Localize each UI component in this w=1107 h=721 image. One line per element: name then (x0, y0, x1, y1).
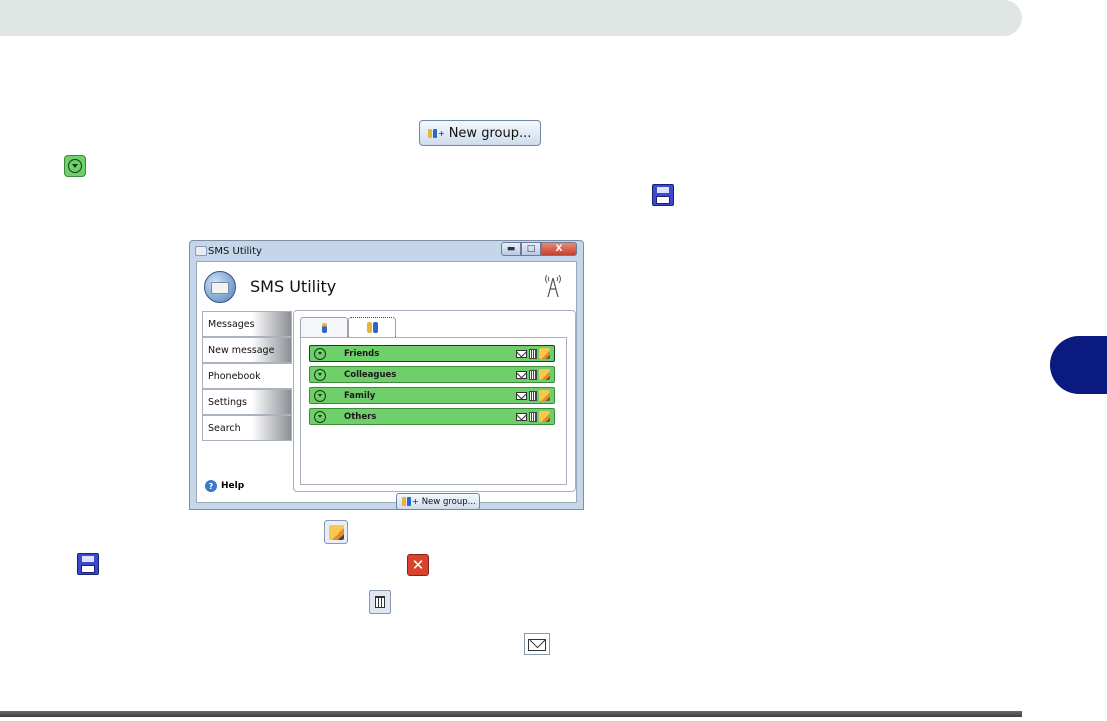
app-mini-icon (195, 246, 207, 256)
save-icon (77, 553, 99, 575)
group-name: Friends (344, 348, 380, 359)
delete-icon[interactable] (529, 390, 537, 401)
expand-icon[interactable] (314, 389, 326, 402)
save-icon (652, 184, 674, 206)
window-titlebar: SMS Utility ▬ □ X (190, 241, 583, 261)
expand-icon[interactable] (314, 368, 326, 381)
maximize-button[interactable]: □ (521, 242, 541, 256)
edit-pencil-icon[interactable] (539, 390, 550, 401)
send-message-icon[interactable] (516, 349, 527, 358)
edit-pencil-icon[interactable] (539, 369, 550, 380)
new-group-icon: + (428, 128, 445, 138)
nav-item-settings[interactable]: Settings (202, 389, 292, 415)
group-name: Colleagues (344, 369, 397, 380)
send-message-icon[interactable] (516, 412, 527, 421)
page-header-bar (0, 0, 1022, 36)
phonebook-panel: Friends Colleagues Family Others + New g… (293, 310, 576, 510)
nav-item-phonebook[interactable]: Phonebook (202, 363, 292, 389)
tab-groups[interactable] (348, 317, 396, 337)
nav-item-search[interactable]: Search (202, 415, 292, 441)
signal-antenna-icon (545, 274, 561, 298)
contact-icon (321, 322, 327, 333)
nav-item-new-message[interactable]: New message (202, 337, 292, 363)
help-icon: ? (205, 480, 217, 492)
chapter-side-tab (1050, 336, 1107, 394)
app-title: SMS Utility (250, 277, 337, 296)
group-name: Family (344, 390, 376, 401)
edit-pencil-icon[interactable] (539, 411, 550, 422)
delete-icon[interactable] (529, 411, 537, 422)
expand-icon[interactable] (314, 410, 326, 423)
sms-logo-icon (204, 271, 236, 303)
edit-pencil-icon[interactable] (539, 348, 550, 359)
page-bottom-rule (0, 711, 1022, 717)
new-group-button-image: + New group... (419, 120, 541, 146)
close-button[interactable]: X (541, 242, 577, 256)
group-list: Friends Colleagues Family Others + New g… (300, 337, 567, 510)
send-message-icon[interactable] (516, 391, 527, 400)
edit-pencil-icon (324, 520, 348, 544)
app-header: SMS Utility (197, 262, 576, 312)
send-message-envelope-icon (524, 633, 550, 655)
help-label: Help (221, 481, 245, 491)
row-actions (516, 411, 550, 422)
expand-icon (64, 155, 86, 177)
delete-icon[interactable] (529, 369, 537, 380)
group-name: Others (344, 411, 377, 422)
new-group-button-label: New group... (421, 496, 476, 507)
window-client-area: SMS Utility Messages New message Phonebo… (196, 261, 577, 510)
cancel-x-icon: ✕ (407, 554, 429, 576)
expand-icon[interactable] (314, 347, 326, 360)
group-row-colleagues[interactable]: Colleagues (309, 366, 555, 383)
delete-trash-icon (369, 590, 391, 614)
tab-contacts[interactable] (300, 317, 348, 337)
new-group-button-label: New group... (448, 125, 532, 141)
nav-item-messages[interactable]: Messages (202, 311, 292, 337)
new-group-button[interactable]: + New group... (396, 493, 480, 510)
window-title: SMS Utility (208, 245, 262, 257)
phonebook-tabs (300, 317, 396, 337)
group-icon (366, 322, 378, 333)
sms-utility-window: SMS Utility ▬ □ X SMS Utility Messages N… (189, 240, 584, 510)
row-actions (516, 369, 550, 380)
help-link[interactable]: ? Help (205, 480, 244, 492)
window-controls: ▬ □ X (501, 242, 577, 256)
group-row-friends[interactable]: Friends (309, 345, 555, 362)
group-row-others[interactable]: Others (309, 408, 555, 425)
send-message-icon[interactable] (516, 370, 527, 379)
new-group-icon: + (402, 497, 419, 506)
group-row-family[interactable]: Family (309, 387, 555, 404)
minimize-button[interactable]: ▬ (501, 242, 521, 256)
sidebar-nav: Messages New message Phonebook Settings … (202, 311, 292, 441)
delete-icon[interactable] (529, 348, 537, 359)
row-actions (516, 390, 550, 401)
row-actions (516, 348, 550, 359)
